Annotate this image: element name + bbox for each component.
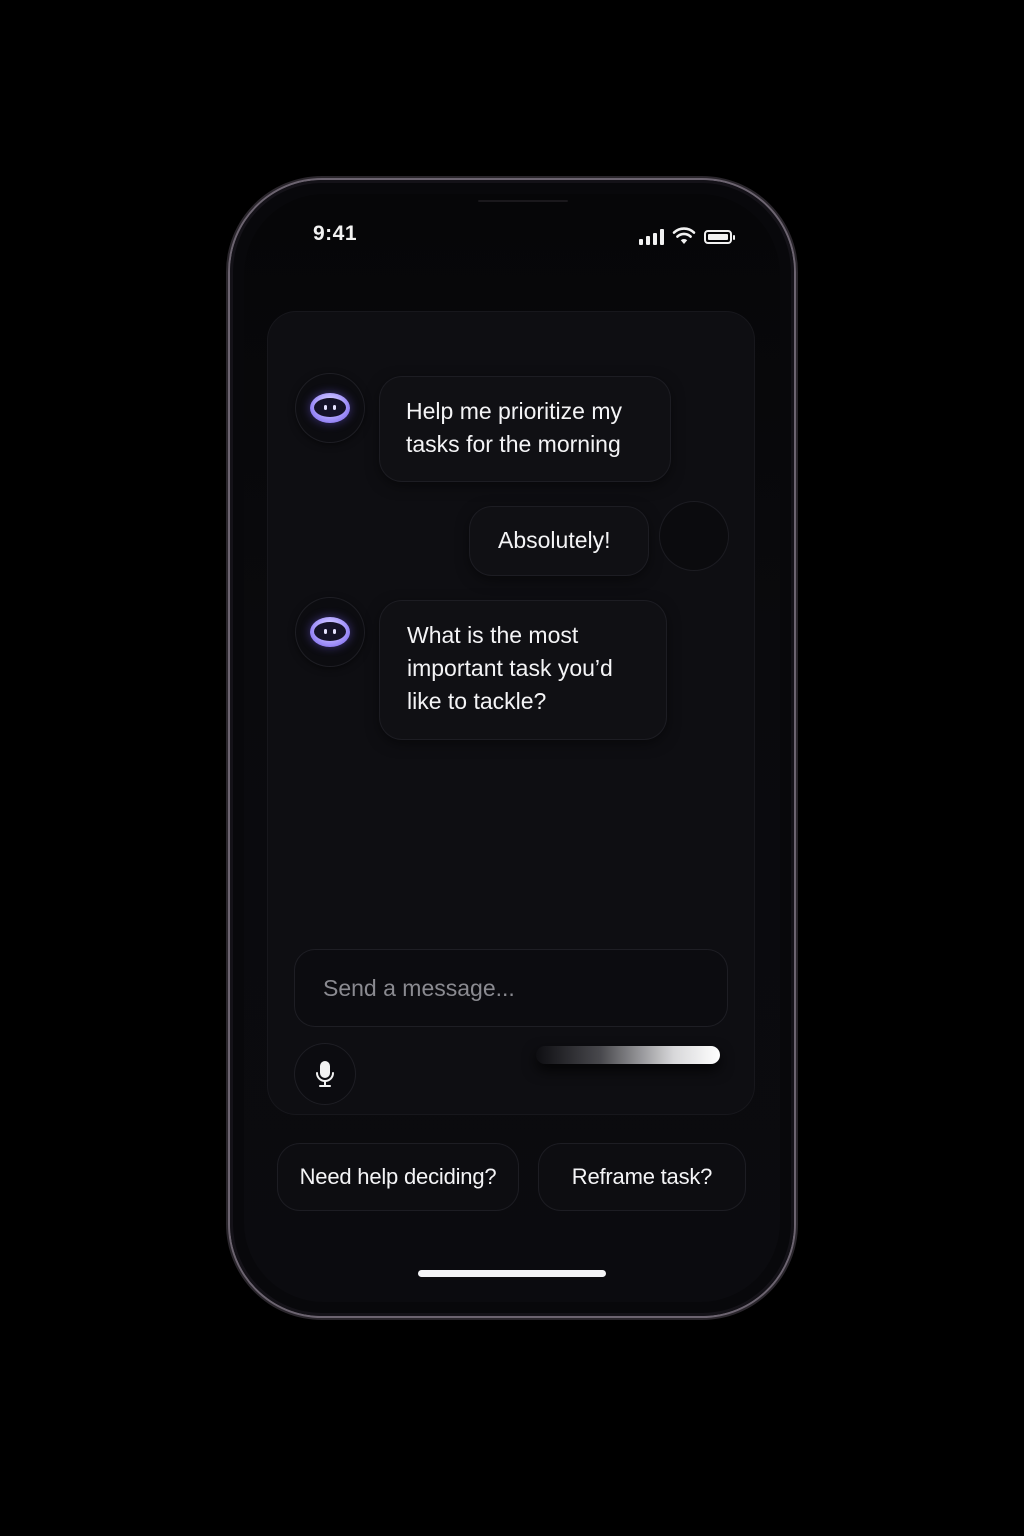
message-text: What is the most important task you’d li… (407, 622, 613, 714)
home-indicator[interactable] (418, 1270, 606, 1277)
suggestion-chip-need-help[interactable]: Need help deciding? (278, 1144, 518, 1210)
message-text: Absolutely! (498, 527, 611, 553)
phone-frame: 9:41 Help me prioritize my tasks for the… (230, 180, 794, 1316)
suggestion-label: Reframe task? (571, 1164, 713, 1189)
message-bubble-user: Absolutely! (470, 507, 648, 575)
phone-screen: 9:41 Help me prioritize my tasks for the… (244, 194, 780, 1302)
wifi-icon (672, 227, 696, 244)
send-slider[interactable] (536, 1046, 720, 1064)
assistant-avatar (296, 598, 364, 666)
message-input[interactable] (321, 973, 727, 1003)
stage: 9:41 Help me prioritize my tasks for the… (0, 0, 1024, 1536)
robot-icon (310, 617, 350, 647)
speaker-grille (478, 200, 568, 202)
signal-icon (639, 229, 664, 245)
user-avatar (660, 502, 728, 570)
robot-icon (310, 393, 350, 423)
suggestion-label: Need help deciding? (299, 1164, 497, 1189)
message-input-box[interactable] (295, 950, 727, 1026)
microphone-icon (316, 1061, 334, 1087)
message-text: Help me prioritize my tasks for the morn… (406, 398, 622, 457)
battery-icon (704, 230, 735, 244)
power-button (794, 492, 798, 602)
message-bubble-assistant: Help me prioritize my tasks for the morn… (380, 377, 670, 481)
assistant-avatar (296, 374, 364, 442)
suggestion-chip-reframe[interactable]: Reframe task? (539, 1144, 745, 1210)
chat-card: Help me prioritize my tasks for the morn… (268, 312, 754, 1114)
status-time: 9:41 (313, 222, 358, 245)
message-bubble-assistant: What is the most important task you’d li… (380, 601, 666, 739)
status-icons (639, 225, 735, 245)
microphone-button[interactable] (295, 1044, 355, 1104)
